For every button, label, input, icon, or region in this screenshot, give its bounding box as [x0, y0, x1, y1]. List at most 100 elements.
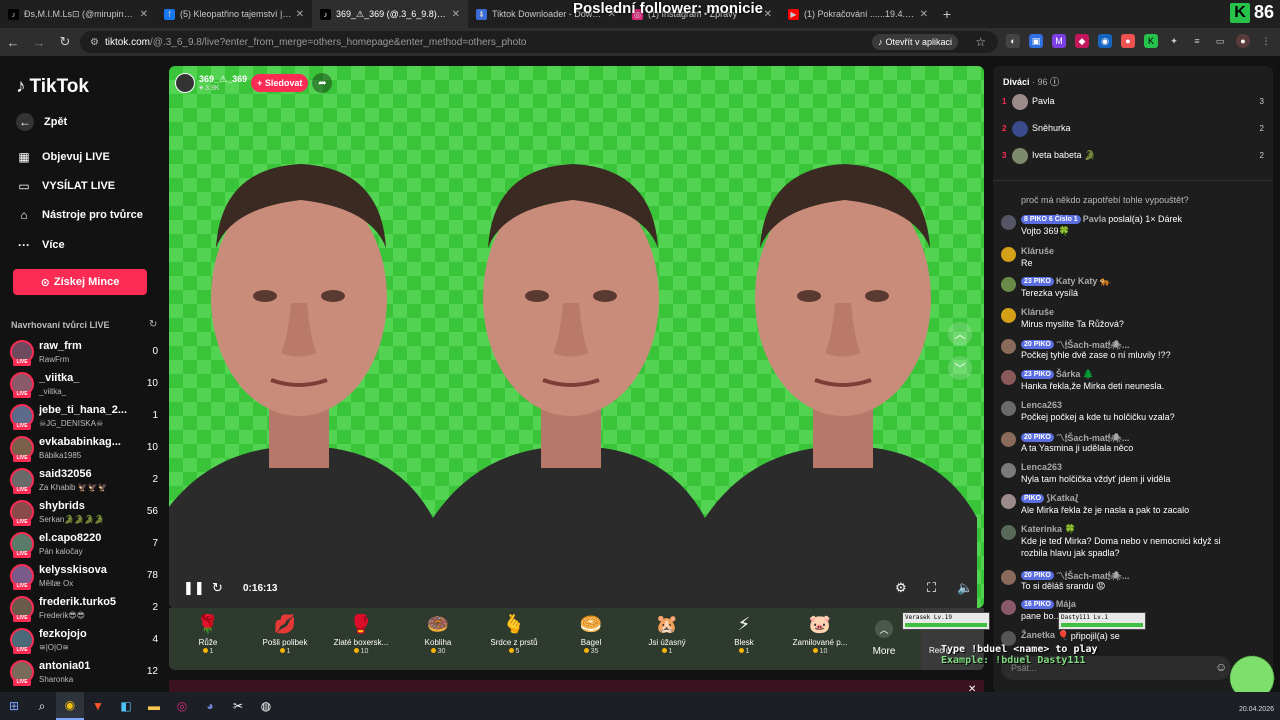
- chat-username[interactable]: Žanetka 🎈: [1021, 630, 1069, 641]
- gift-item[interactable]: 🐹 Jsi úžasný 1: [631, 614, 703, 655]
- suggested-creator-item[interactable]: LIVE antonia01 Sharonka 12: [10, 658, 160, 688]
- pause-icon[interactable]: ❚❚: [183, 580, 205, 596]
- next-live-chevron-down-icon[interactable]: ﹀: [948, 356, 972, 380]
- browser-tab[interactable]: ▶(1) Pokračování ......19.4.2026 - Y✕: [780, 0, 936, 28]
- suggested-creator-item[interactable]: LIVE el.capo8220 Pán kaločay 7: [10, 530, 160, 560]
- suggested-creator-item[interactable]: LIVE frederik.turko5 Frederik😎😎 2: [10, 594, 160, 624]
- browser-tab[interactable]: f(5) Kleopatřino tajemství | Faceb✕: [156, 0, 312, 28]
- top-viewer-item[interactable]: 2 Sněhurka 2: [1002, 119, 1264, 139]
- nav-go-live[interactable]: ▭ VYSÍLAT LIVE: [16, 179, 115, 193]
- info-icon[interactable]: ⓘ: [1050, 77, 1059, 87]
- suggested-creator-item[interactable]: LIVE raw_frm RawFrm 0: [10, 338, 160, 368]
- chat-username[interactable]: Mája: [1056, 599, 1076, 609]
- extension-icon[interactable]: ◉: [1098, 34, 1112, 48]
- site-info-icon[interactable]: ⚙: [90, 37, 99, 48]
- close-tab-icon[interactable]: ✕: [296, 9, 304, 20]
- gift-item[interactable]: 🥯 Bagel 35: [555, 614, 627, 655]
- extension-icon[interactable]: M: [1052, 34, 1066, 48]
- instagram-icon[interactable]: ◎: [168, 692, 196, 720]
- previous-live-chevron-up-icon[interactable]: ︿: [948, 322, 972, 346]
- nav-creator-tools[interactable]: ⌂ Nástroje pro tvůrce: [16, 208, 143, 222]
- reload-icon[interactable]: ↻: [52, 34, 78, 50]
- menu-dots-icon[interactable]: ⋮: [1259, 34, 1273, 48]
- extension-icon[interactable]: ◆: [1075, 34, 1089, 48]
- windows-start-icon[interactable]: ⊞: [0, 692, 28, 720]
- close-tab-icon[interactable]: ✕: [452, 9, 460, 20]
- chat-username[interactable]: ⟆Katka⟅: [1046, 493, 1079, 504]
- forward-arrow-icon[interactable]: →: [26, 35, 52, 50]
- top-viewer-item[interactable]: 3 Iveta babeta 🐊 2: [1002, 146, 1264, 166]
- suggested-creator-item[interactable]: LIVE shybrids Serkan🐊🐊🐊🐊 56: [10, 498, 160, 528]
- puzzle-icon[interactable]: ✦: [1167, 34, 1181, 48]
- nav-more[interactable]: ··· Více: [16, 238, 65, 252]
- chat-username[interactable]: Katerinka 🍀: [1021, 524, 1076, 535]
- host-avatar[interactable]: [175, 73, 195, 93]
- chat-username[interactable]: Lenca263: [1021, 462, 1062, 472]
- chat-username[interactable]: Pavla: [1083, 214, 1107, 224]
- discord-icon[interactable]: ◕: [196, 692, 224, 720]
- suggested-creator-item[interactable]: LIVE jebe_ti_hana_2... ☠JG_DENISKA☠ 1: [10, 402, 160, 432]
- folder-icon[interactable]: ▬: [140, 692, 168, 720]
- refresh-icon[interactable]: ↻: [212, 580, 223, 596]
- chat-username[interactable]: Kláruše: [1021, 307, 1054, 317]
- avatar: [1001, 600, 1016, 615]
- extension-icon[interactable]: K: [1144, 34, 1158, 48]
- follow-button[interactable]: + Sledovat: [251, 74, 309, 92]
- viewer-count: 56: [146, 506, 158, 517]
- close-tab-icon[interactable]: ✕: [764, 9, 772, 20]
- gift-item[interactable]: 🍩 Kobliha 30: [402, 614, 474, 655]
- gift-item[interactable]: 🌹 Růže 1: [172, 614, 244, 655]
- extension-icon[interactable]: ≡: [1190, 34, 1204, 48]
- suggested-creator-item[interactable]: LIVE _viitka_ _viitka_ 10: [10, 370, 160, 400]
- fullscreen-icon[interactable]: ⛶: [927, 580, 936, 596]
- capcut-icon[interactable]: ✂: [224, 692, 252, 720]
- settings-gear-icon[interactable]: ⚙: [895, 580, 907, 596]
- gift-price: 10: [325, 648, 397, 655]
- share-icon[interactable]: ➦: [312, 73, 333, 93]
- gift-item[interactable]: ⚡ Blesk 1: [708, 614, 780, 655]
- back-arrow-icon[interactable]: ←: [0, 35, 26, 50]
- extension-icon[interactable]: ▭: [1213, 34, 1227, 48]
- obs-icon[interactable]: ◍: [252, 692, 280, 720]
- get-coins-button[interactable]: ⊙ Získej Mince: [13, 269, 147, 295]
- chat-username[interactable]: Šárka 🌲: [1056, 369, 1094, 380]
- search-icon[interactable]: ⌕: [28, 692, 56, 720]
- chrome-icon[interactable]: ◉: [56, 692, 84, 720]
- extension-icon[interactable]: ◐: [1006, 34, 1020, 48]
- extension-icon[interactable]: ●: [1121, 34, 1135, 48]
- browser-tab-active[interactable]: ♪ 369_⚠_369 (@.3_6_9.8) vy ✕: [312, 0, 468, 28]
- chat-username[interactable]: Kláruše: [1021, 246, 1054, 256]
- suggested-creator-item[interactable]: LIVE evkababinkag... Bábika1985 10: [10, 434, 160, 464]
- gift-item[interactable]: 💋 Pošli polibek 1: [249, 614, 321, 655]
- profile-avatar-icon[interactable]: ●: [1236, 34, 1250, 48]
- tiktok-logo[interactable]: ♪ TikTok: [16, 76, 89, 98]
- bookmark-star-icon[interactable]: ☆: [975, 35, 986, 49]
- gift-item[interactable]: 🫰 Srdce z prstů 5: [478, 614, 550, 655]
- chat-message-text: Nyla tam holčička vždyť jdem ji viděla: [1021, 474, 1171, 484]
- host-name[interactable]: 369_⚠_369: [199, 74, 247, 85]
- suggested-creator-item[interactable]: LIVE fezkojojo ≋|O|O≋ 4: [10, 626, 160, 656]
- close-tab-icon[interactable]: ✕: [140, 9, 148, 20]
- refresh-icon[interactable]: ↻: [149, 319, 157, 330]
- back-link[interactable]: ← Zpět: [16, 113, 67, 131]
- gift-item[interactable]: 🐷 Zamilované p... 10: [784, 614, 856, 655]
- suggested-creator-item[interactable]: LIVE said32056 Za Khabib 🦅🦅🦅 2: [10, 466, 160, 496]
- suggested-creator-item[interactable]: LIVE kelysskisova Měllæ Ox 78: [10, 562, 160, 592]
- gift-item[interactable]: 🥊 Zlaté boxersk... 10: [325, 614, 397, 655]
- browser-tab[interactable]: ♪ Đs,M.I.M.Ls⊡ (@mirupink1) | ✕: [0, 0, 156, 28]
- new-tab-button[interactable]: +: [936, 6, 958, 22]
- more-gifts-button[interactable]: ︿ More: [872, 620, 896, 657]
- top-viewer-item[interactable]: 1 Pavla 3: [1002, 92, 1264, 112]
- chat-username[interactable]: Lenca263: [1021, 400, 1062, 410]
- volume-icon[interactable]: 🔈: [957, 580, 973, 596]
- extension-icon[interactable]: ▣: [1029, 34, 1043, 48]
- open-in-app-button[interactable]: ♪ Otevřít v aplikaci: [871, 34, 958, 50]
- close-tab-icon[interactable]: ✕: [920, 9, 928, 20]
- app-icon[interactable]: ◧: [112, 692, 140, 720]
- url-input[interactable]: ⚙ tiktok.com/@.3_6_9.8/live?enter_from_m…: [80, 31, 998, 53]
- chat-username[interactable]: Katy Katy 🐅: [1056, 276, 1111, 287]
- brave-icon[interactable]: ▼: [84, 692, 112, 720]
- live-badge: LIVE: [13, 455, 31, 462]
- live-video-player[interactable]: 369_⚠_369 ♥ 3.9K + Sledovat ➦ ❚❚ ↻ 0:16:…: [169, 66, 984, 608]
- nav-discover-live[interactable]: ▦ Objevuj LIVE: [16, 150, 110, 164]
